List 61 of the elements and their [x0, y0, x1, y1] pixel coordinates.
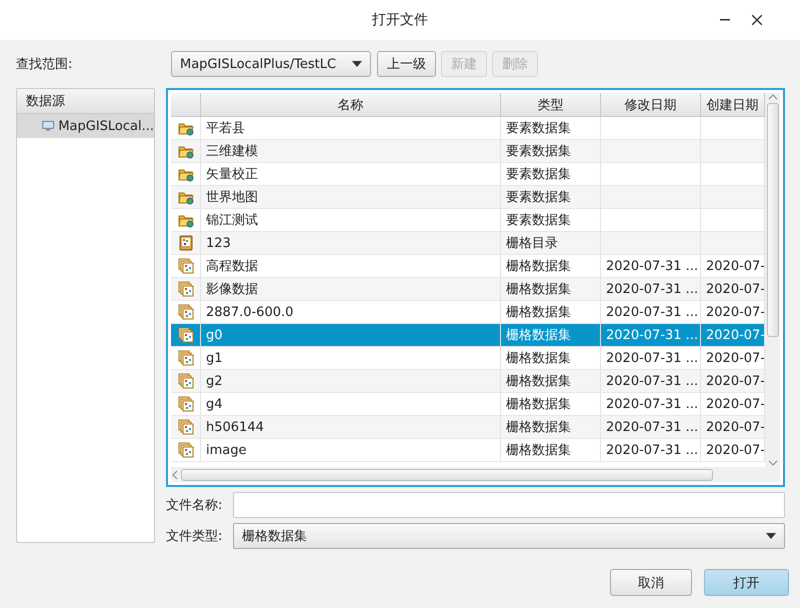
file-type-label: 文件类型: — [166, 528, 224, 545]
file-name-field[interactable] — [233, 492, 785, 518]
table-cell: 三维建模 — [201, 140, 501, 163]
layers-icon — [178, 258, 194, 274]
table-row[interactable]: h506144 栅格数据集 2020-07-31 ... 2020-07- — [171, 416, 765, 439]
table-cell: 栅格数据集 — [501, 324, 601, 347]
layers-icon — [178, 327, 194, 343]
caret-icon — [352, 61, 362, 67]
table-row[interactable]: g2 栅格数据集 2020-07-31 ... 2020-07- — [171, 370, 765, 393]
table-cell: image — [201, 439, 501, 462]
table-cell: 栅格数据集 — [501, 416, 601, 439]
table-cell: 123 — [201, 232, 501, 255]
table-cell: h506144 — [201, 416, 501, 439]
catalog-icon — [178, 235, 194, 251]
table-cell: 栅格目录 — [501, 232, 601, 255]
column-header[interactable]: 名称 — [201, 93, 501, 117]
table-cell: 影像数据 — [201, 278, 501, 301]
table-row[interactable]: 123 栅格目录 — [171, 232, 765, 255]
table-cell: g0 — [201, 324, 501, 347]
table-cell: 栅格数据集 — [501, 278, 601, 301]
layers-icon — [178, 442, 194, 458]
layers-icon — [178, 396, 194, 412]
column-header[interactable]: 类型 — [501, 93, 601, 117]
table-cell: 2020-07-31 ... — [601, 416, 701, 439]
table-row[interactable]: 世界地图 要素数据集 — [171, 186, 765, 209]
window-title: 打开文件 — [372, 11, 428, 29]
toolbar-button[interactable]: 上一级 — [377, 51, 436, 77]
open-button[interactable]: 打开 — [704, 569, 789, 596]
caret-icon — [766, 533, 776, 539]
table-row[interactable]: image 栅格数据集 2020-07-31 ... 2020-07- — [171, 439, 765, 462]
location-label: 查找范围: — [16, 56, 74, 73]
file-type-dropdown[interactable]: 栅格数据集 — [233, 523, 785, 549]
layers-icon — [178, 304, 194, 320]
column-header[interactable]: 修改日期 — [601, 93, 701, 117]
table-cell: 世界地图 — [201, 186, 501, 209]
scroll-down-icon[interactable] — [768, 459, 778, 467]
table-cell: 栅格数据集 — [501, 439, 601, 462]
table-cell: 栅格数据集 — [501, 370, 601, 393]
layers-icon — [178, 281, 194, 297]
table-row[interactable]: 影像数据 栅格数据集 2020-07-31 ... 2020-07- — [171, 278, 765, 301]
table-cell: 2020-07-31 ... — [601, 324, 701, 347]
close-icon[interactable] — [752, 15, 762, 25]
vertical-scrollbar[interactable] — [765, 93, 780, 467]
layers-icon — [178, 373, 194, 389]
cancel-button[interactable]: 取消 — [610, 569, 692, 596]
minimize-icon[interactable] — [720, 19, 730, 21]
table-row[interactable]: 三维建模 要素数据集 — [171, 140, 765, 163]
layers-icon — [178, 350, 194, 366]
data-source-item[interactable]: MapGISLocal... — [17, 114, 154, 138]
table-cell: 2020-07-31 ... — [601, 370, 701, 393]
table-cell: 要素数据集 — [501, 186, 601, 209]
file-name-label: 文件名称: — [166, 497, 224, 514]
horizontal-scrollbar[interactable] — [171, 467, 780, 482]
location-dropdown[interactable]: MapGISLocalPlus/TestLC — [171, 51, 371, 77]
layers-icon — [178, 419, 194, 435]
table-cell: g2 — [201, 370, 501, 393]
scroll-up-icon[interactable] — [768, 93, 778, 101]
panel-header: 数据源 — [17, 89, 154, 114]
table-cell: 2020-07-31 ... — [601, 278, 701, 301]
table-cell: 2020-07-31 ... — [601, 439, 701, 462]
table-cell: 要素数据集 — [501, 140, 601, 163]
